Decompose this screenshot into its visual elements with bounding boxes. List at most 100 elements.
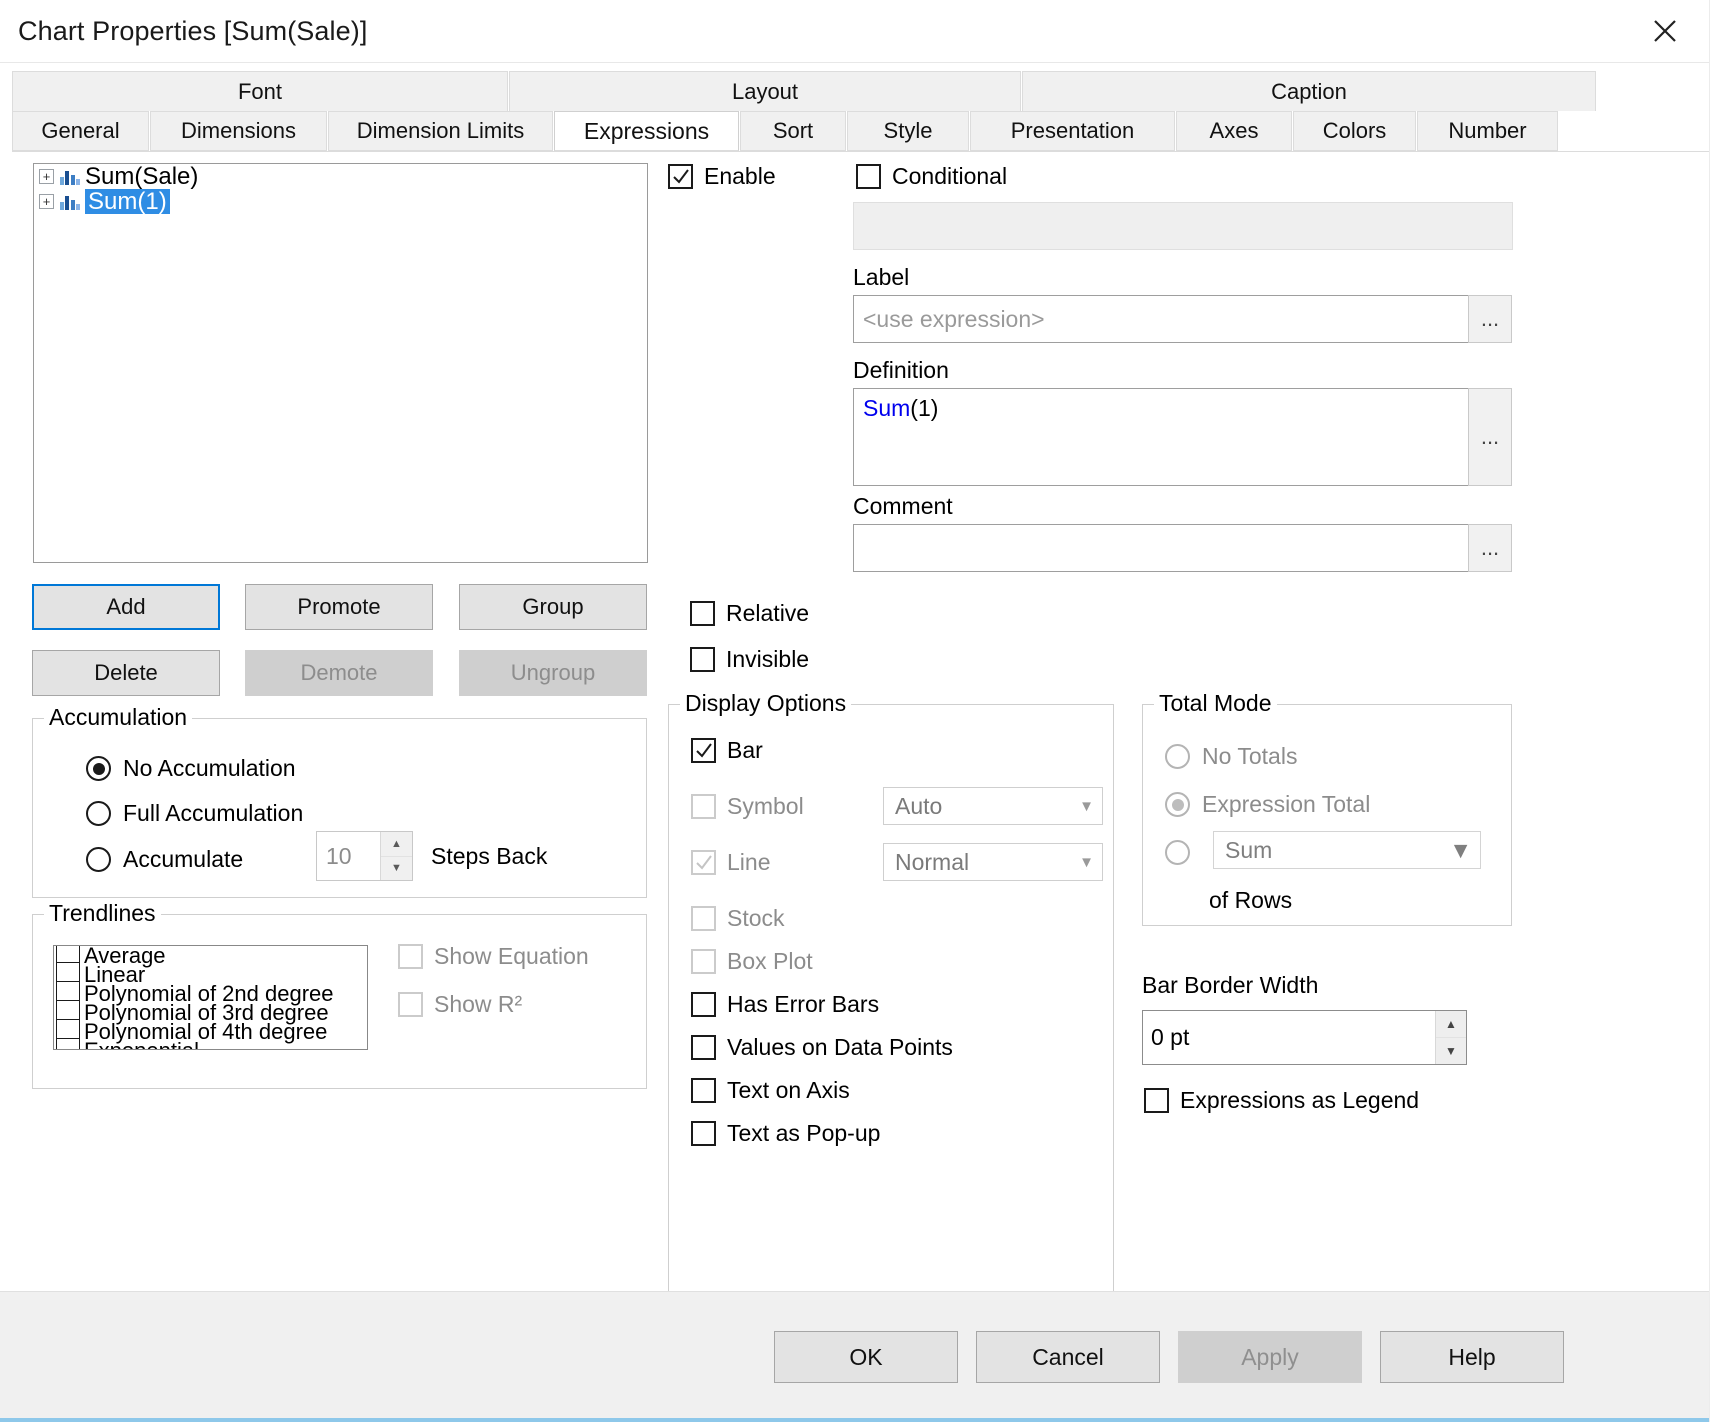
- checkbox-label: Stock: [727, 905, 785, 931]
- definition-rest: (1): [910, 395, 939, 421]
- list-item-label: Sum(1): [85, 189, 170, 214]
- definition-caption: Definition: [853, 357, 949, 383]
- checkbox-label: Relative: [726, 600, 810, 626]
- radio-icon: [86, 801, 111, 826]
- radio-icon: [86, 756, 111, 781]
- checkbox-label: Show Equation: [434, 943, 589, 969]
- help-button[interactable]: Help: [1380, 1331, 1564, 1383]
- scrollbar-thumb[interactable]: [1712, 170, 1725, 290]
- radio-no-accumulation[interactable]: No Accumulation: [86, 755, 296, 782]
- promote-button[interactable]: Promote: [245, 584, 433, 630]
- steps-back-value: 10: [326, 842, 352, 869]
- checkbox-label: Expressions as Legend: [1180, 1087, 1420, 1113]
- checkbox-values-on-data-points[interactable]: Values on Data Points: [691, 1034, 953, 1061]
- tab-general[interactable]: General: [12, 111, 149, 151]
- checkbox-has-error-bars[interactable]: Has Error Bars: [691, 991, 879, 1018]
- checkbox-show-r2: Show R²: [398, 991, 589, 1018]
- checkbox-label: Text as Pop-up: [727, 1120, 881, 1146]
- comment-field-row: ...: [853, 524, 1512, 572]
- list-item[interactable]: + Sum(Sale): [34, 164, 647, 189]
- checkbox-icon: [691, 1078, 716, 1103]
- tab-dimension-limits[interactable]: Dimension Limits: [328, 111, 553, 151]
- add-button[interactable]: Add: [32, 584, 220, 630]
- tab-font[interactable]: Font: [12, 71, 508, 111]
- tab-number[interactable]: Number: [1417, 111, 1558, 151]
- list-item[interactable]: + Sum(1): [34, 189, 647, 214]
- radio-aggregation: [1165, 840, 1190, 865]
- checkbox-enable[interactable]: Enable: [668, 163, 776, 190]
- checkbox-label: Has Error Bars: [727, 991, 880, 1017]
- checkbox-icon: [691, 738, 716, 763]
- checkbox-relative[interactable]: Relative: [690, 600, 809, 627]
- tab-expressions[interactable]: Expressions: [554, 111, 739, 151]
- stepper-arrows[interactable]: ▲ ▼: [380, 832, 412, 880]
- comment-ellipsis-button[interactable]: ...: [1468, 524, 1512, 572]
- checkbox-bar[interactable]: Bar: [691, 737, 763, 764]
- expression-list[interactable]: + Sum(Sale) + Sum(1): [33, 163, 648, 563]
- ungroup-button: Ungroup: [459, 650, 647, 696]
- ok-button[interactable]: OK: [774, 1331, 958, 1383]
- radio-label: Accumulate: [123, 846, 244, 872]
- tab-dimensions[interactable]: Dimensions: [150, 111, 327, 151]
- stepper-down-icon[interactable]: ▼: [1436, 1038, 1466, 1064]
- tab-sort[interactable]: Sort: [740, 111, 846, 151]
- checkbox-text-as-popup[interactable]: Text as Pop-up: [691, 1120, 880, 1147]
- dialog-body: + Sum(Sale) + Sum(1) Add Promote Group D…: [0, 152, 1727, 1422]
- stepper-up-icon[interactable]: ▲: [1436, 1011, 1466, 1038]
- bar-chart-icon: [60, 169, 80, 185]
- tab-bar: Font Layout Caption General Dimensions D…: [0, 63, 1727, 151]
- stepper-arrows[interactable]: ▲ ▼: [1435, 1011, 1466, 1064]
- window-title: Chart Properties [Sum(Sale)]: [18, 15, 368, 46]
- tab-axes[interactable]: Axes: [1176, 111, 1292, 151]
- expand-icon[interactable]: +: [39, 169, 54, 184]
- group-button[interactable]: Group: [459, 584, 647, 630]
- checkbox-icon: [690, 601, 715, 626]
- checkbox-label: Conditional: [892, 163, 1008, 189]
- checkbox-icon: [856, 164, 881, 189]
- definition-ellipsis-button[interactable]: ...: [1468, 388, 1512, 486]
- close-icon[interactable]: [1637, 8, 1693, 54]
- radio-icon: [1165, 744, 1190, 769]
- tab-presentation[interactable]: Presentation: [970, 111, 1175, 151]
- tab-caption[interactable]: Caption: [1022, 71, 1596, 111]
- stepper-up-icon[interactable]: ▲: [381, 832, 412, 857]
- right-edge-strip: [1709, 0, 1727, 1422]
- checkbox-text-on-axis[interactable]: Text on Axis: [691, 1077, 850, 1104]
- symbol-select-value: Auto: [895, 792, 943, 819]
- display-options-legend: Display Options: [680, 690, 852, 717]
- delete-button[interactable]: Delete: [32, 650, 220, 696]
- comment-input[interactable]: [853, 524, 1469, 572]
- steps-back-stepper[interactable]: 10 ▲ ▼: [316, 831, 413, 881]
- checkbox-invisible[interactable]: Invisible: [690, 646, 809, 673]
- radio-full-accumulation[interactable]: Full Accumulation: [86, 800, 303, 827]
- radio-icon: [86, 847, 111, 872]
- expand-icon[interactable]: +: [39, 194, 54, 209]
- tab-style[interactable]: Style: [847, 111, 969, 151]
- radio-accumulate[interactable]: Accumulate: [86, 846, 243, 873]
- label-ellipsis-button[interactable]: ...: [1468, 295, 1512, 343]
- checkbox-conditional[interactable]: Conditional: [856, 163, 1007, 190]
- trendlines-list[interactable]: Average Linear Polynomial of 2nd degree …: [53, 945, 368, 1050]
- radio-icon: [1165, 840, 1190, 865]
- definition-input[interactable]: Sum (1): [853, 388, 1469, 486]
- tab-colors[interactable]: Colors: [1293, 111, 1416, 151]
- display-options-group: Display Options Bar Symbol Auto ▼ Line N…: [668, 690, 1114, 1336]
- chevron-down-icon: ▼: [1079, 853, 1094, 871]
- tab-layout[interactable]: Layout: [509, 71, 1021, 111]
- bar-border-width-label: Bar Border Width: [1142, 972, 1319, 998]
- checkbox-show-equation: Show Equation: [398, 943, 589, 970]
- checkbox-expressions-as-legend[interactable]: Expressions as Legend: [1144, 1087, 1419, 1114]
- checkbox-label: Values on Data Points: [727, 1034, 953, 1060]
- checkbox-icon[interactable]: [56, 1037, 80, 1049]
- radio-label: No Accumulation: [123, 755, 296, 781]
- chevron-down-icon: ▼: [1079, 797, 1094, 815]
- cancel-button[interactable]: Cancel: [976, 1331, 1160, 1383]
- checkbox-label: Text on Axis: [727, 1077, 850, 1103]
- bar-border-width-stepper[interactable]: 0 pt ▲ ▼: [1142, 1010, 1467, 1065]
- definition-keyword: Sum: [863, 395, 911, 421]
- label-input[interactable]: <use expression>: [853, 295, 1469, 343]
- title-bar: Chart Properties [Sum(Sale)]: [0, 0, 1727, 63]
- trendlines-group: Trendlines Average Linear Polynomial of …: [32, 900, 647, 1089]
- checkbox-symbol: Symbol: [691, 793, 804, 820]
- stepper-down-icon[interactable]: ▼: [381, 856, 412, 880]
